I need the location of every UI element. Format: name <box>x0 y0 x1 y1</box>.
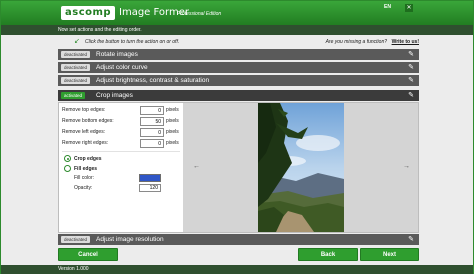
unit-label: pixels <box>166 118 179 124</box>
bottom-edge-row: Remove bottom edges: pixels <box>62 117 180 126</box>
pencil-icon[interactable]: ✎ <box>407 50 415 59</box>
preview-photo <box>258 103 344 232</box>
pencil-icon[interactable]: ✎ <box>407 91 415 100</box>
pencil-icon[interactable]: ✎ <box>407 63 415 72</box>
step-adjust-brightness[interactable]: deactivated Adjust brightness, contrast … <box>58 75 419 86</box>
landscape-image <box>258 103 344 232</box>
crop-settings-panel: Remove top edges: pixels Remove bottom e… <box>58 102 419 233</box>
back-button[interactable]: Back <box>298 248 358 261</box>
unit-label: pixels <box>166 129 179 135</box>
divider <box>62 151 180 152</box>
hint-text: Click the button to turn the action on o… <box>85 39 180 45</box>
step-label: Adjust image resolution <box>96 236 164 243</box>
step-rotate-images[interactable]: deactivated Rotate images ✎ <box>58 49 419 60</box>
unit-label: pixels <box>166 140 179 146</box>
field-label: Remove top edges: <box>62 107 106 113</box>
fill-color-label: Fill color: <box>74 175 95 181</box>
crop-edges-label: Crop edges <box>74 156 102 162</box>
edition-label: Professional Edition <box>177 11 222 17</box>
status-badge[interactable]: deactivated <box>61 77 91 84</box>
left-edge-input[interactable] <box>140 128 164 137</box>
fill-edges-label: Fill edges <box>74 166 98 172</box>
bottom-edge-input[interactable] <box>140 117 164 126</box>
image-preview: ← → <box>183 103 418 232</box>
missing-function-text: Are you missing a function? <box>325 39 387 45</box>
button-bar: Cancel Back Next <box>58 248 419 262</box>
step-adjust-image-resolution[interactable]: deactivated Adjust image resolution ✎ <box>58 234 419 245</box>
version-status: Version 1.000 <box>1 265 473 274</box>
status-badge[interactable]: deactivated <box>61 236 91 243</box>
crop-edges-radio[interactable] <box>64 155 71 162</box>
instruction-bar: Now set actions and the editing order. <box>1 25 473 35</box>
right-edge-row: Remove right edges: pixels <box>62 139 180 148</box>
write-to-us-link[interactable]: Write to us! <box>392 37 419 47</box>
step-adjust-color-curve[interactable]: deactivated Adjust color curve ✎ <box>58 62 419 73</box>
opacity-label: Opacity: <box>74 185 93 191</box>
step-label: Adjust color curve <box>96 64 148 71</box>
close-icon[interactable]: ✕ <box>405 4 413 12</box>
fill-edges-radio[interactable] <box>64 165 71 172</box>
step-crop-images[interactable]: activated Crop images ✎ <box>58 90 419 101</box>
ascomp-logo: ascomp <box>61 6 116 20</box>
field-label: Remove right edges: <box>62 140 109 146</box>
check-arrow-icon: ↙ <box>74 38 80 45</box>
next-arrow-icon[interactable]: → <box>403 163 410 170</box>
top-edge-input[interactable] <box>140 106 164 115</box>
left-edge-row: Remove left edges: pixels <box>62 128 180 137</box>
unit-label: pixels <box>166 107 179 113</box>
app-window: ascomp Image Former Professional Edition… <box>0 0 474 274</box>
previous-arrow-icon[interactable]: ← <box>193 163 200 170</box>
status-badge[interactable]: activated <box>61 92 86 99</box>
pencil-icon[interactable]: ✎ <box>407 76 415 85</box>
fill-color-swatch[interactable] <box>139 174 161 182</box>
step-label: Rotate images <box>96 51 138 58</box>
top-edge-row: Remove top edges: pixels <box>62 106 180 115</box>
opacity-input[interactable] <box>139 184 161 192</box>
step-label: Crop images <box>96 92 133 99</box>
cancel-button[interactable]: Cancel <box>58 248 118 261</box>
right-edge-input[interactable] <box>140 139 164 148</box>
field-label: Remove bottom edges: <box>62 118 114 124</box>
status-badge[interactable]: deactivated <box>61 64 91 71</box>
crop-options: Remove top edges: pixels Remove bottom e… <box>59 103 183 232</box>
status-badge[interactable]: deactivated <box>61 51 91 58</box>
title-bar: ascomp Image Former Professional Edition… <box>1 1 473 25</box>
next-button[interactable]: Next <box>360 248 419 261</box>
field-label: Remove left edges: <box>62 129 106 135</box>
pencil-icon[interactable]: ✎ <box>407 235 415 244</box>
language-selector[interactable]: EN <box>384 4 391 10</box>
step-label: Adjust brightness, contrast & saturation <box>96 77 210 84</box>
hint-row: ↙ Click the button to turn the action on… <box>58 37 419 47</box>
